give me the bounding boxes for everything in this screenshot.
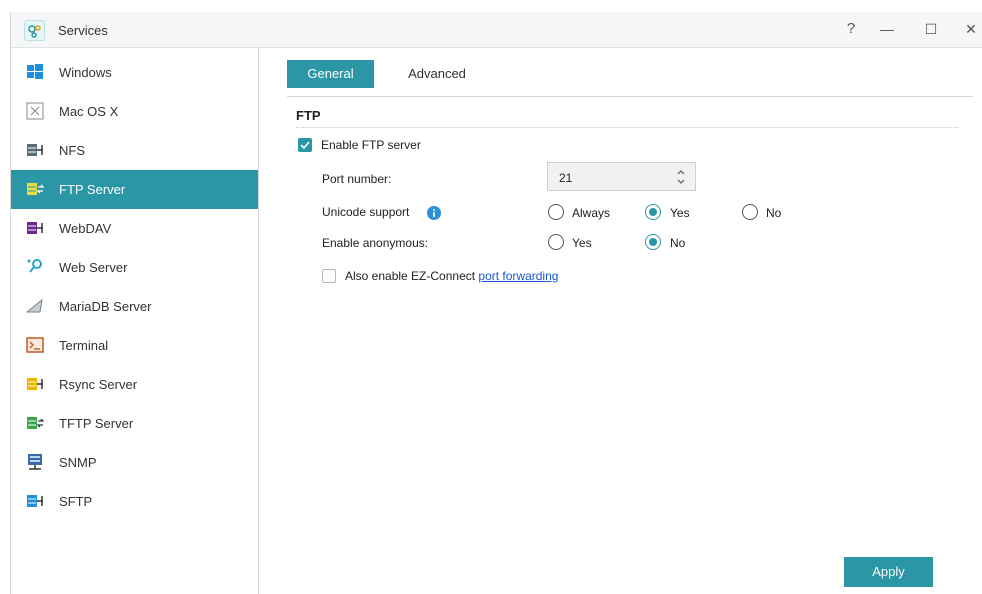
ezconnect-label: Also enable EZ-Connect port forwarding [345, 269, 558, 283]
sidebar-item-web-server[interactable]: Web Server [11, 248, 258, 287]
web-server-icon [26, 258, 44, 276]
sidebar-item-label: Terminal [59, 338, 109, 353]
sidebar-item-tftp-server[interactable]: TFTP Server [11, 404, 258, 443]
close-button[interactable]: ✕ [959, 18, 982, 40]
sidebar-item-terminal[interactable]: Terminal [11, 326, 258, 365]
port-number-input[interactable]: 21 [547, 162, 696, 191]
terminal-icon [26, 336, 44, 354]
minimize-button[interactable]: — [875, 18, 899, 40]
title-bar: Services ? — ☐ ✕ [11, 12, 982, 48]
ftp-section-title: FTP [296, 108, 321, 123]
sidebar-item-label: TFTP Server [59, 416, 134, 431]
maximize-button[interactable]: ☐ [919, 18, 943, 40]
ezconnect-label-text: Also enable EZ-Connect [345, 269, 479, 283]
sidebar-item-windows[interactable]: Windows [11, 53, 258, 92]
sidebar-item-rsync-server[interactable]: Rsync Server [11, 365, 258, 404]
ftp-server-icon [26, 180, 45, 198]
snmp-icon [26, 453, 44, 471]
anonymous-yes-label: Yes [572, 236, 592, 250]
help-button[interactable]: ? [839, 18, 863, 40]
port-number-label: Port number: [322, 172, 392, 186]
unicode-support-label: Unicode support [322, 205, 410, 219]
tab-bar: General Advanced [287, 60, 973, 97]
enable-anonymous-label: Enable anonymous: [322, 236, 429, 250]
macos-icon [26, 102, 44, 120]
sidebar-item-ftp-server[interactable]: FTP Server [11, 170, 258, 209]
nfs-icon [26, 141, 44, 159]
tab-general[interactable]: General [287, 60, 374, 88]
sidebar-item-webdav[interactable]: WebDAV [11, 209, 258, 248]
sidebar-item-snmp[interactable]: SNMP [11, 443, 258, 482]
anonymous-no-radio[interactable] [645, 234, 661, 250]
sidebar-item-sftp[interactable]: SFTP [11, 482, 258, 521]
tab-advanced[interactable]: Advanced [397, 60, 477, 88]
unicode-no-radio[interactable] [742, 204, 758, 220]
sidebar: Windows Mac OS X NFS FTP Server WebDAV W… [11, 48, 259, 594]
checkmark-icon [300, 141, 310, 150]
sidebar-item-label: Rsync Server [59, 377, 138, 392]
ezconnect-checkbox[interactable] [322, 269, 336, 283]
unicode-no-label: No [766, 206, 782, 220]
sidebar-item-macos[interactable]: Mac OS X [11, 92, 258, 131]
sidebar-item-label: Windows [59, 65, 112, 80]
windows-icon [26, 63, 44, 81]
unicode-always-radio[interactable] [548, 204, 564, 220]
enable-ftp-label: Enable FTP server [321, 138, 421, 152]
unicode-yes-label: Yes [670, 206, 690, 220]
enable-ftp-checkbox[interactable] [298, 138, 312, 152]
sidebar-item-nfs[interactable]: NFS [11, 131, 258, 170]
rsync-icon [26, 375, 44, 393]
sidebar-item-label: WebDAV [59, 221, 112, 236]
spinner-arrows-icon[interactable] [675, 166, 687, 188]
services-app-icon [24, 20, 45, 41]
anonymous-yes-radio[interactable] [548, 234, 564, 250]
tftp-icon [26, 414, 45, 432]
section-divider [296, 127, 958, 128]
sidebar-item-label: MariaDB Server [59, 299, 152, 314]
sftp-icon [26, 492, 44, 510]
services-window: Services ? — ☐ ✕ Windows Mac OS X NFS FT… [10, 12, 982, 594]
sidebar-item-label: FTP Server [59, 182, 126, 197]
anonymous-no-label: No [670, 236, 686, 250]
sidebar-item-label: Web Server [59, 260, 128, 275]
unicode-yes-radio[interactable] [645, 204, 661, 220]
window-title: Services [58, 23, 108, 38]
sidebar-item-label: SFTP [59, 494, 93, 509]
unicode-always-label: Always [572, 206, 611, 220]
webdav-icon [26, 219, 44, 237]
sidebar-item-label: SNMP [59, 455, 97, 470]
sidebar-item-label: NFS [59, 143, 85, 158]
apply-button[interactable]: Apply [844, 557, 933, 587]
info-icon[interactable] [427, 206, 441, 220]
sidebar-item-label: Mac OS X [59, 104, 119, 119]
sidebar-item-mariadb-server[interactable]: MariaDB Server [11, 287, 258, 326]
mariadb-icon [25, 297, 44, 315]
port-forwarding-link[interactable]: port forwarding [478, 269, 558, 283]
port-number-value: 21 [559, 171, 573, 185]
